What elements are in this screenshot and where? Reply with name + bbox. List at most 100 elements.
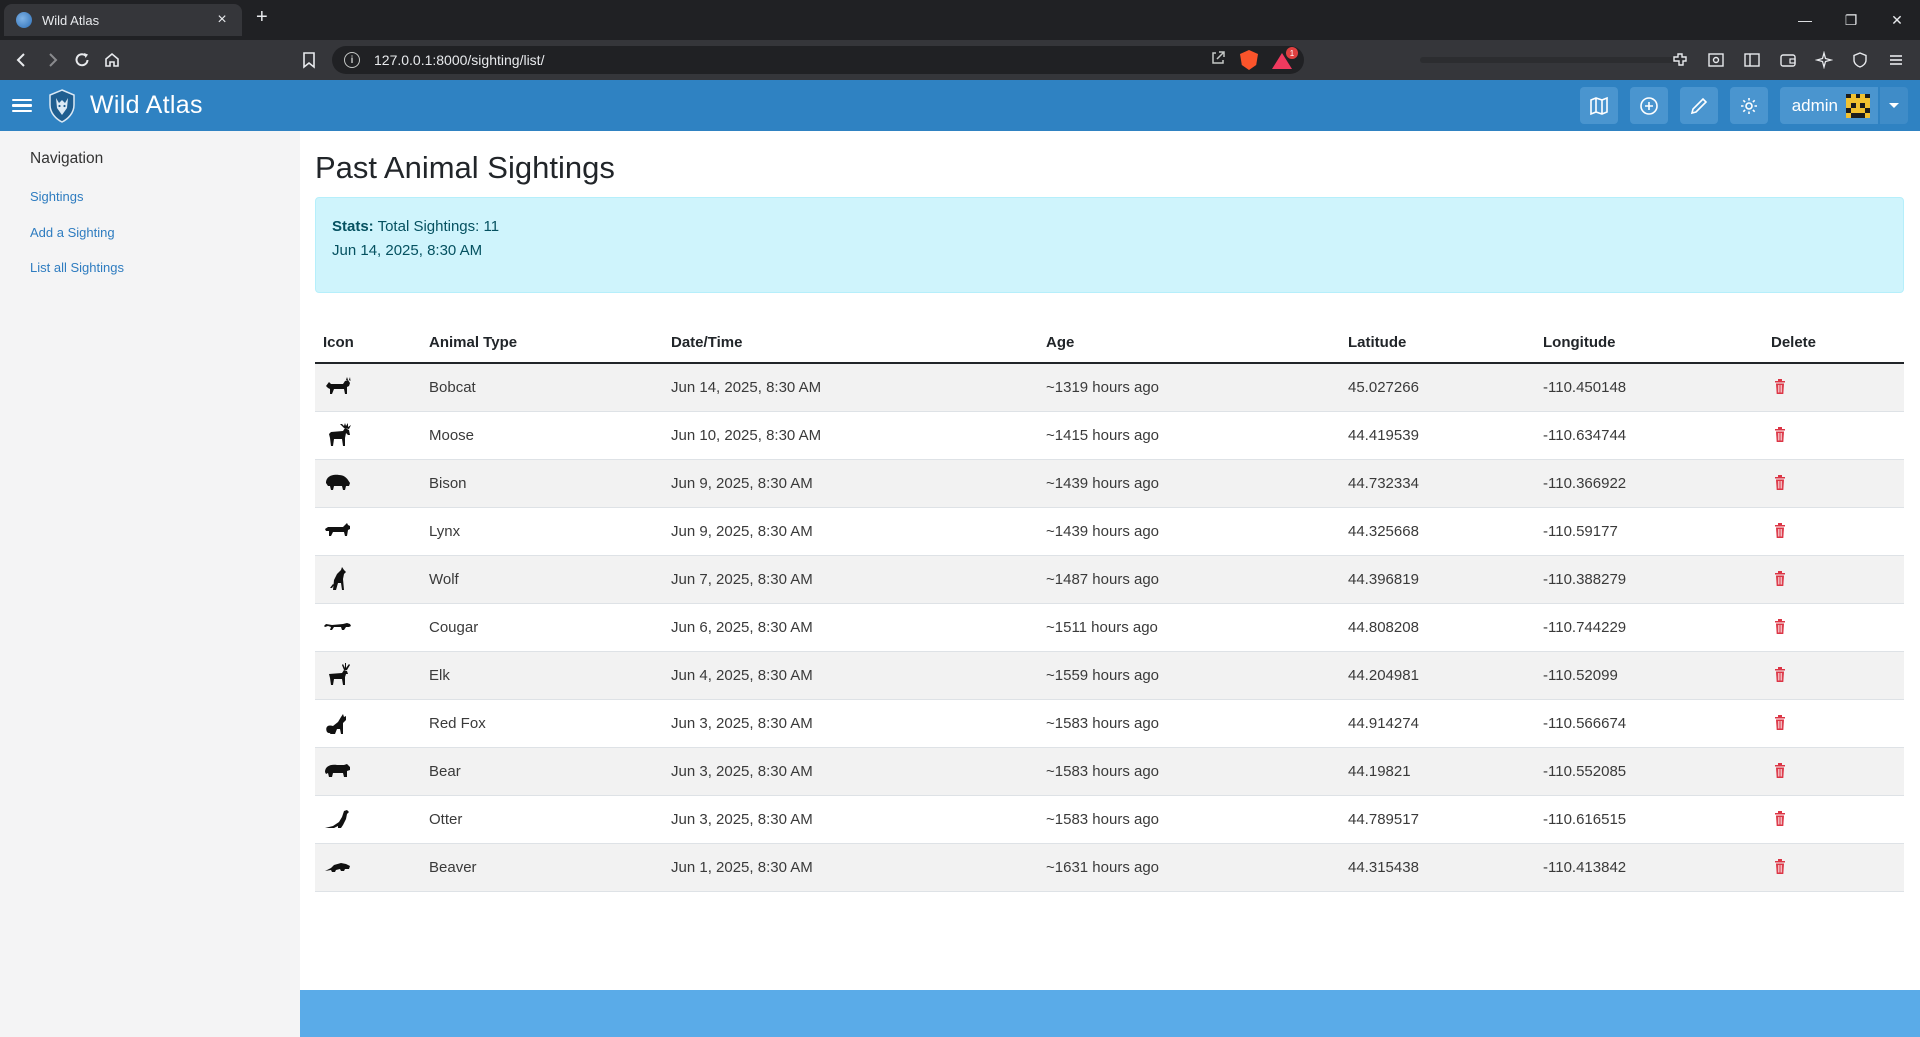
cell-age: ~1511 hours ago — [1046, 619, 1158, 636]
elk-icon — [329, 663, 350, 685]
tab-close-icon[interactable]: × — [212, 11, 232, 29]
url-text[interactable]: 127.0.0.1:8000/sighting/list/ — [374, 52, 1210, 68]
table-row: Bobcat Jun 14, 2025, 8:30 AM ~1319 hours a… — [315, 364, 1904, 412]
add-sighting-button[interactable] — [1629, 87, 1668, 124]
sightings-table: Icon Animal Type Date/Time Age Latitude … — [315, 318, 1904, 892]
sidebar-link-sightings[interactable]: Sightings — [30, 189, 83, 204]
cell-latitude: 44.808208 — [1348, 619, 1419, 636]
stats-label: Stats: — [332, 218, 374, 235]
trash-icon[interactable] — [1773, 810, 1787, 827]
cell-longitude: -110.616515 — [1543, 811, 1627, 828]
cell-animal-type: Beaver — [429, 859, 477, 876]
trash-icon[interactable] — [1773, 618, 1787, 635]
cell-age: ~1439 hours ago — [1046, 523, 1160, 540]
cell-date-time: Jun 1, 2025, 8:30 AM — [671, 859, 813, 876]
trash-icon[interactable] — [1773, 666, 1787, 683]
site-info-icon[interactable]: i — [344, 52, 360, 68]
table-row: Lynx Jun 9, 2025, 8:30 AM ~1439 hours ago 4… — [315, 508, 1904, 556]
browser-menu-icon[interactable] — [1884, 48, 1908, 72]
extensions-icon[interactable] — [1668, 48, 1692, 72]
col-header-latitude: Latitude — [1348, 334, 1407, 351]
stats-alert: Stats: Total Sightings: 11 Jun 14, 2025,… — [315, 197, 1904, 293]
page-title: Past Animal Sightings — [315, 150, 615, 185]
bear-icon — [325, 764, 350, 777]
back-icon[interactable] — [10, 48, 34, 72]
share-icon[interactable] — [1210, 50, 1226, 71]
username: admin — [1791, 95, 1838, 115]
cell-date-time: Jun 3, 2025, 8:30 AM — [671, 811, 813, 828]
cell-longitude: -110.59177 — [1543, 523, 1618, 540]
brave-shields-icon[interactable] — [1240, 50, 1258, 70]
trash-icon[interactable] — [1773, 570, 1787, 587]
cell-age: ~1631 hours ago — [1046, 859, 1160, 876]
stats-summary: Stats: Total Sightings: 11 — [332, 218, 499, 235]
col-header-age: Age — [1046, 334, 1075, 351]
cell-longitude: -110.552085 — [1543, 763, 1627, 780]
address-bar[interactable]: i 127.0.0.1:8000/sighting/list/ 1 — [332, 46, 1304, 74]
map-icon — [1589, 96, 1608, 115]
moose-icon — [329, 423, 351, 446]
table-row: Cougar Jun 6, 2025, 8:30 AM ~1511 hours ag… — [315, 604, 1904, 652]
cell-animal-type: Red Fox — [429, 715, 486, 732]
cell-age: ~1487 hours ago — [1046, 571, 1160, 588]
cell-latitude: 44.732334 — [1348, 475, 1419, 492]
pencil-icon — [1690, 97, 1707, 114]
sidebar: Navigation Sightings Add a Sighting List… — [0, 131, 300, 1037]
cell-date-time: Jun 4, 2025, 8:30 AM — [671, 667, 813, 684]
cougar-icon — [324, 623, 351, 630]
app-brand[interactable]: Wild Atlas — [90, 91, 203, 120]
cell-date-time: Jun 3, 2025, 8:30 AM — [671, 715, 813, 732]
cell-date-time: Jun 3, 2025, 8:30 AM — [671, 763, 813, 780]
wolf-shield-logo-icon — [49, 88, 75, 123]
home-icon[interactable] — [100, 48, 124, 72]
wolf-icon — [330, 567, 346, 590]
bookmark-icon[interactable] — [297, 48, 321, 72]
trash-icon[interactable] — [1773, 378, 1787, 395]
user-menu-button[interactable]: admin — [1779, 87, 1878, 124]
edit-button[interactable] — [1679, 87, 1718, 124]
sidebar-link-add-sighting[interactable]: Add a Sighting — [30, 225, 115, 240]
trash-icon[interactable] — [1773, 522, 1787, 539]
wallet-icon[interactable] — [1776, 48, 1800, 72]
vpn-icon[interactable] — [1848, 48, 1872, 72]
trash-icon[interactable] — [1773, 762, 1787, 779]
settings-button[interactable] — [1729, 87, 1768, 124]
cell-latitude: 44.204981 — [1348, 667, 1419, 684]
restore-icon[interactable]: ❐ — [1828, 0, 1874, 40]
cell-date-time: Jun 9, 2025, 8:30 AM — [671, 475, 813, 492]
trash-icon[interactable] — [1773, 714, 1787, 731]
col-header-date: Date/Time — [671, 334, 743, 351]
brave-rewards-icon[interactable]: 1 — [1272, 47, 1298, 69]
cell-age: ~1415 hours ago — [1046, 427, 1160, 444]
browser-tab[interactable]: Wild Atlas × — [4, 4, 242, 36]
forward-icon[interactable] — [40, 48, 64, 72]
reload-icon[interactable] — [70, 48, 94, 72]
new-tab-icon[interactable]: + — [256, 6, 268, 29]
minimize-icon[interactable]: — — [1782, 0, 1828, 40]
trash-icon[interactable] — [1773, 474, 1787, 491]
trash-icon[interactable] — [1773, 858, 1787, 875]
sidebar-link-list-sightings[interactable]: List all Sightings — [30, 260, 124, 275]
tab-search-icon[interactable] — [1704, 48, 1728, 72]
window-close-icon[interactable]: ✕ — [1874, 0, 1920, 40]
trash-icon[interactable] — [1773, 426, 1787, 443]
cell-latitude: 45.027266 — [1348, 379, 1419, 396]
cell-latitude: 44.419539 — [1348, 427, 1419, 444]
hamburger-menu-icon[interactable] — [12, 96, 32, 116]
cell-longitude: -110.388279 — [1543, 571, 1627, 588]
cell-longitude: -110.413842 — [1543, 859, 1627, 876]
tab-title: Wild Atlas — [42, 12, 100, 28]
window-controls: — ❐ ✕ — [1782, 0, 1920, 40]
user-dropdown-toggle[interactable] — [1880, 87, 1908, 124]
table-header-row: Icon Animal Type Date/Time Age Latitude … — [315, 318, 1904, 364]
sidebar-toggle-icon[interactable] — [1740, 48, 1764, 72]
cell-animal-type: Elk — [429, 667, 450, 684]
cell-age: ~1583 hours ago — [1046, 715, 1160, 732]
map-button[interactable] — [1579, 87, 1618, 124]
cell-date-time: Jun 10, 2025, 8:30 AM — [671, 427, 822, 444]
app-header: Wild Atlas admin — [0, 80, 1920, 131]
extension-area — [1420, 57, 1682, 63]
leo-ai-icon[interactable] — [1812, 48, 1836, 72]
col-header-animal: Animal Type — [429, 334, 518, 351]
browser-tab-bar: Wild Atlas × + — ❐ ✕ — [0, 0, 1920, 40]
